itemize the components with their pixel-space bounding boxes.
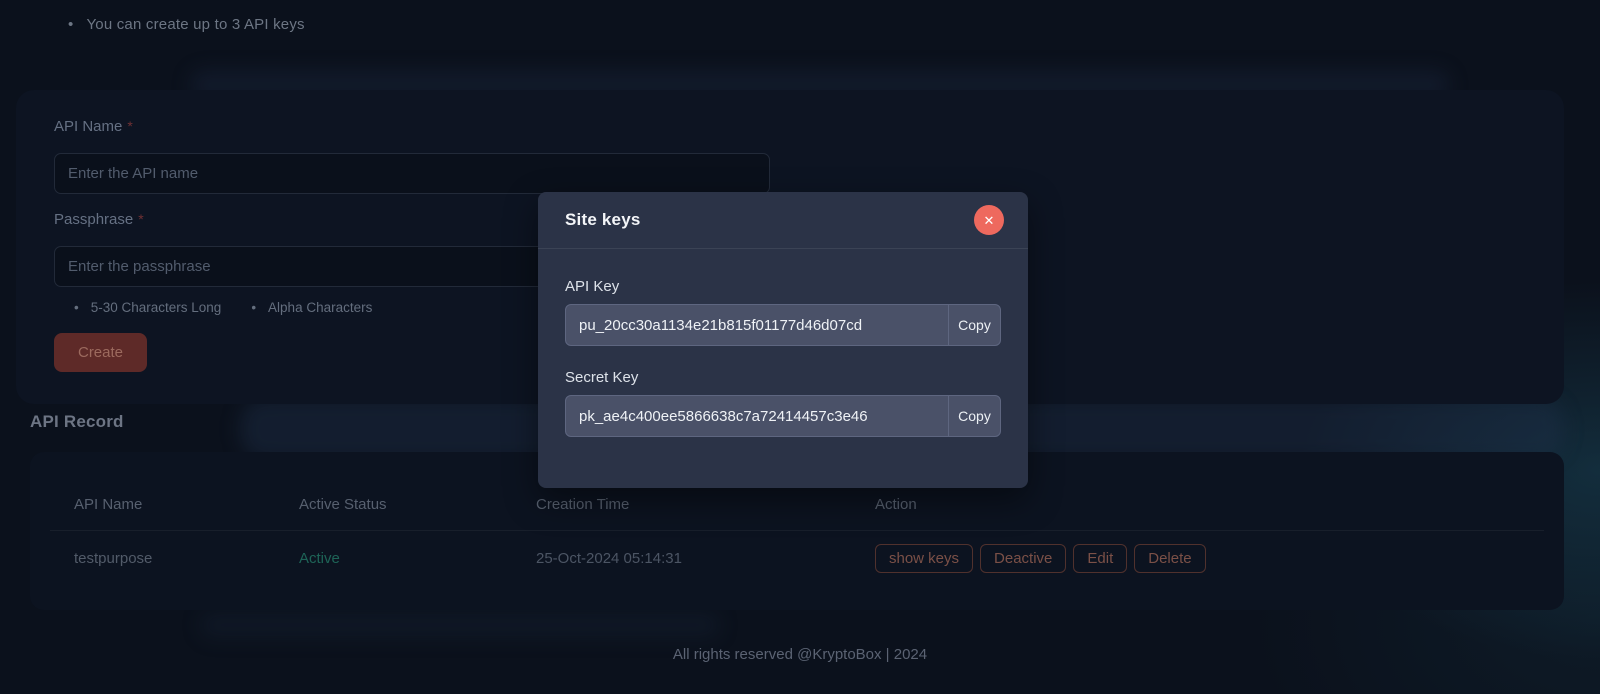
api-key-label: API Key (565, 278, 620, 295)
site-keys-modal: Site keys ✕ API Key pu_20cc30a1134e21b81… (538, 192, 1028, 488)
copy-secret-key-button[interactable]: Copy (948, 396, 1000, 436)
copy-api-key-button[interactable]: Copy (948, 305, 1000, 345)
modal-body: API Key pu_20cc30a1134e21b815f01177d46d0… (538, 278, 1028, 437)
modal-header: Site keys ✕ (538, 192, 1028, 249)
secret-key-field: pk_ae4c400ee5866638c7a72414457c3e46 Copy (565, 395, 1001, 437)
api-key-value: pu_20cc30a1134e21b815f01177d46d07cd (579, 316, 863, 334)
modal-title: Site keys (565, 210, 641, 229)
secret-key-value: pk_ae4c400ee5866638c7a72414457c3e46 (579, 407, 868, 425)
api-key-field: pu_20cc30a1134e21b815f01177d46d07cd Copy (565, 304, 1001, 346)
close-icon[interactable]: ✕ (974, 205, 1004, 235)
secret-key-label: Secret Key (565, 369, 639, 386)
